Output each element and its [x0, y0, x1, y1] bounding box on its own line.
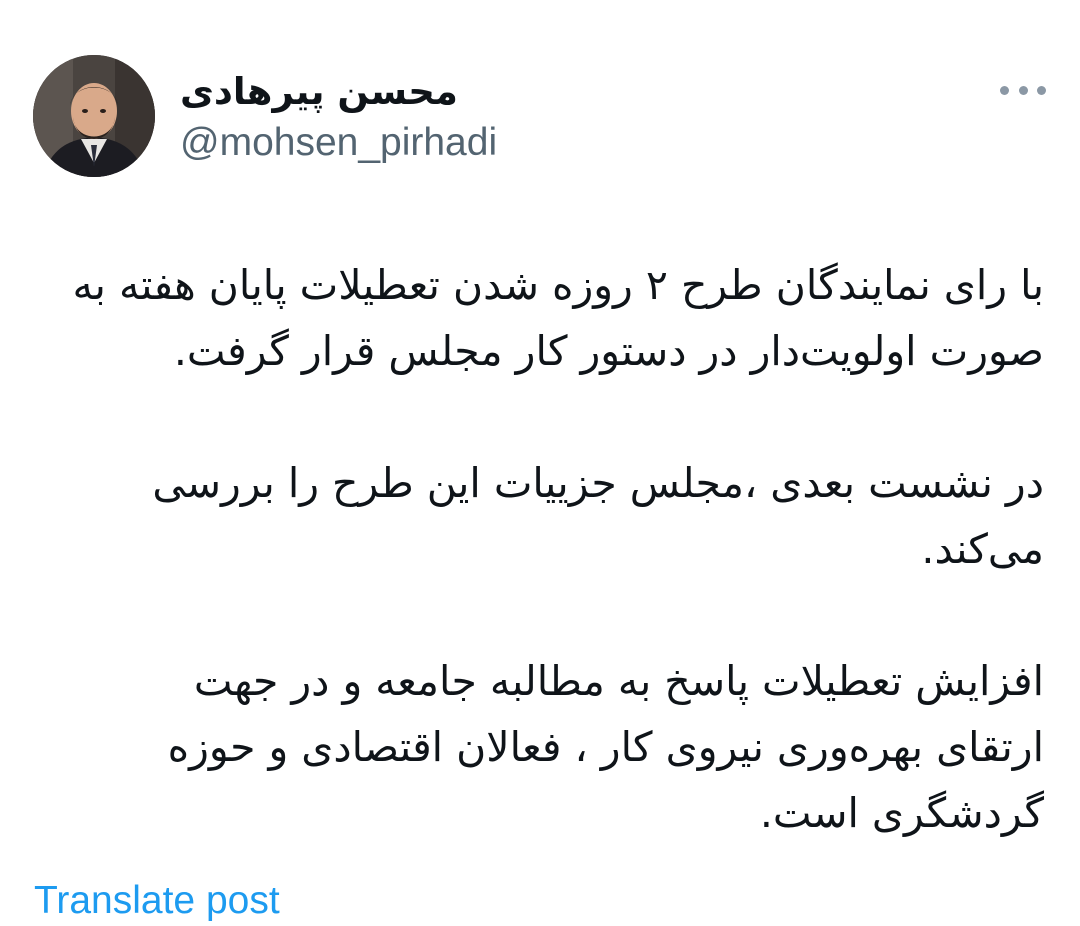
more-horizontal-icon[interactable] — [1000, 72, 1046, 108]
translate-post-link[interactable]: Translate post — [34, 876, 280, 926]
more-dot — [1000, 85, 1009, 95]
user-photo-icon — [33, 55, 155, 177]
avatar[interactable] — [33, 55, 155, 177]
more-dot — [1037, 85, 1046, 95]
more-dot — [1018, 85, 1028, 95]
tweet-header: محسن پیرهادی @mohsen_pirhadi — [0, 0, 1080, 200]
tweet-paragraph: افزایش تعطیلات پاسخ به مطالبه جامعه و در… — [167, 657, 1044, 837]
author-handle[interactable]: @mohsen_pirhadi — [180, 118, 497, 168]
tweet-paragraph: در نشست بعدی ،مجلس جزییات این طرح را برر… — [152, 459, 1044, 573]
tweet-text: با رای نمایندگان طرح ۲ روزه شدن تعطیلات … — [34, 252, 1044, 912]
tweet-paragraph: با رای نمایندگان طرح ۲ روزه شدن تعطیلات … — [72, 261, 1044, 375]
author-display-name[interactable]: محسن پیرهادی — [180, 62, 458, 122]
